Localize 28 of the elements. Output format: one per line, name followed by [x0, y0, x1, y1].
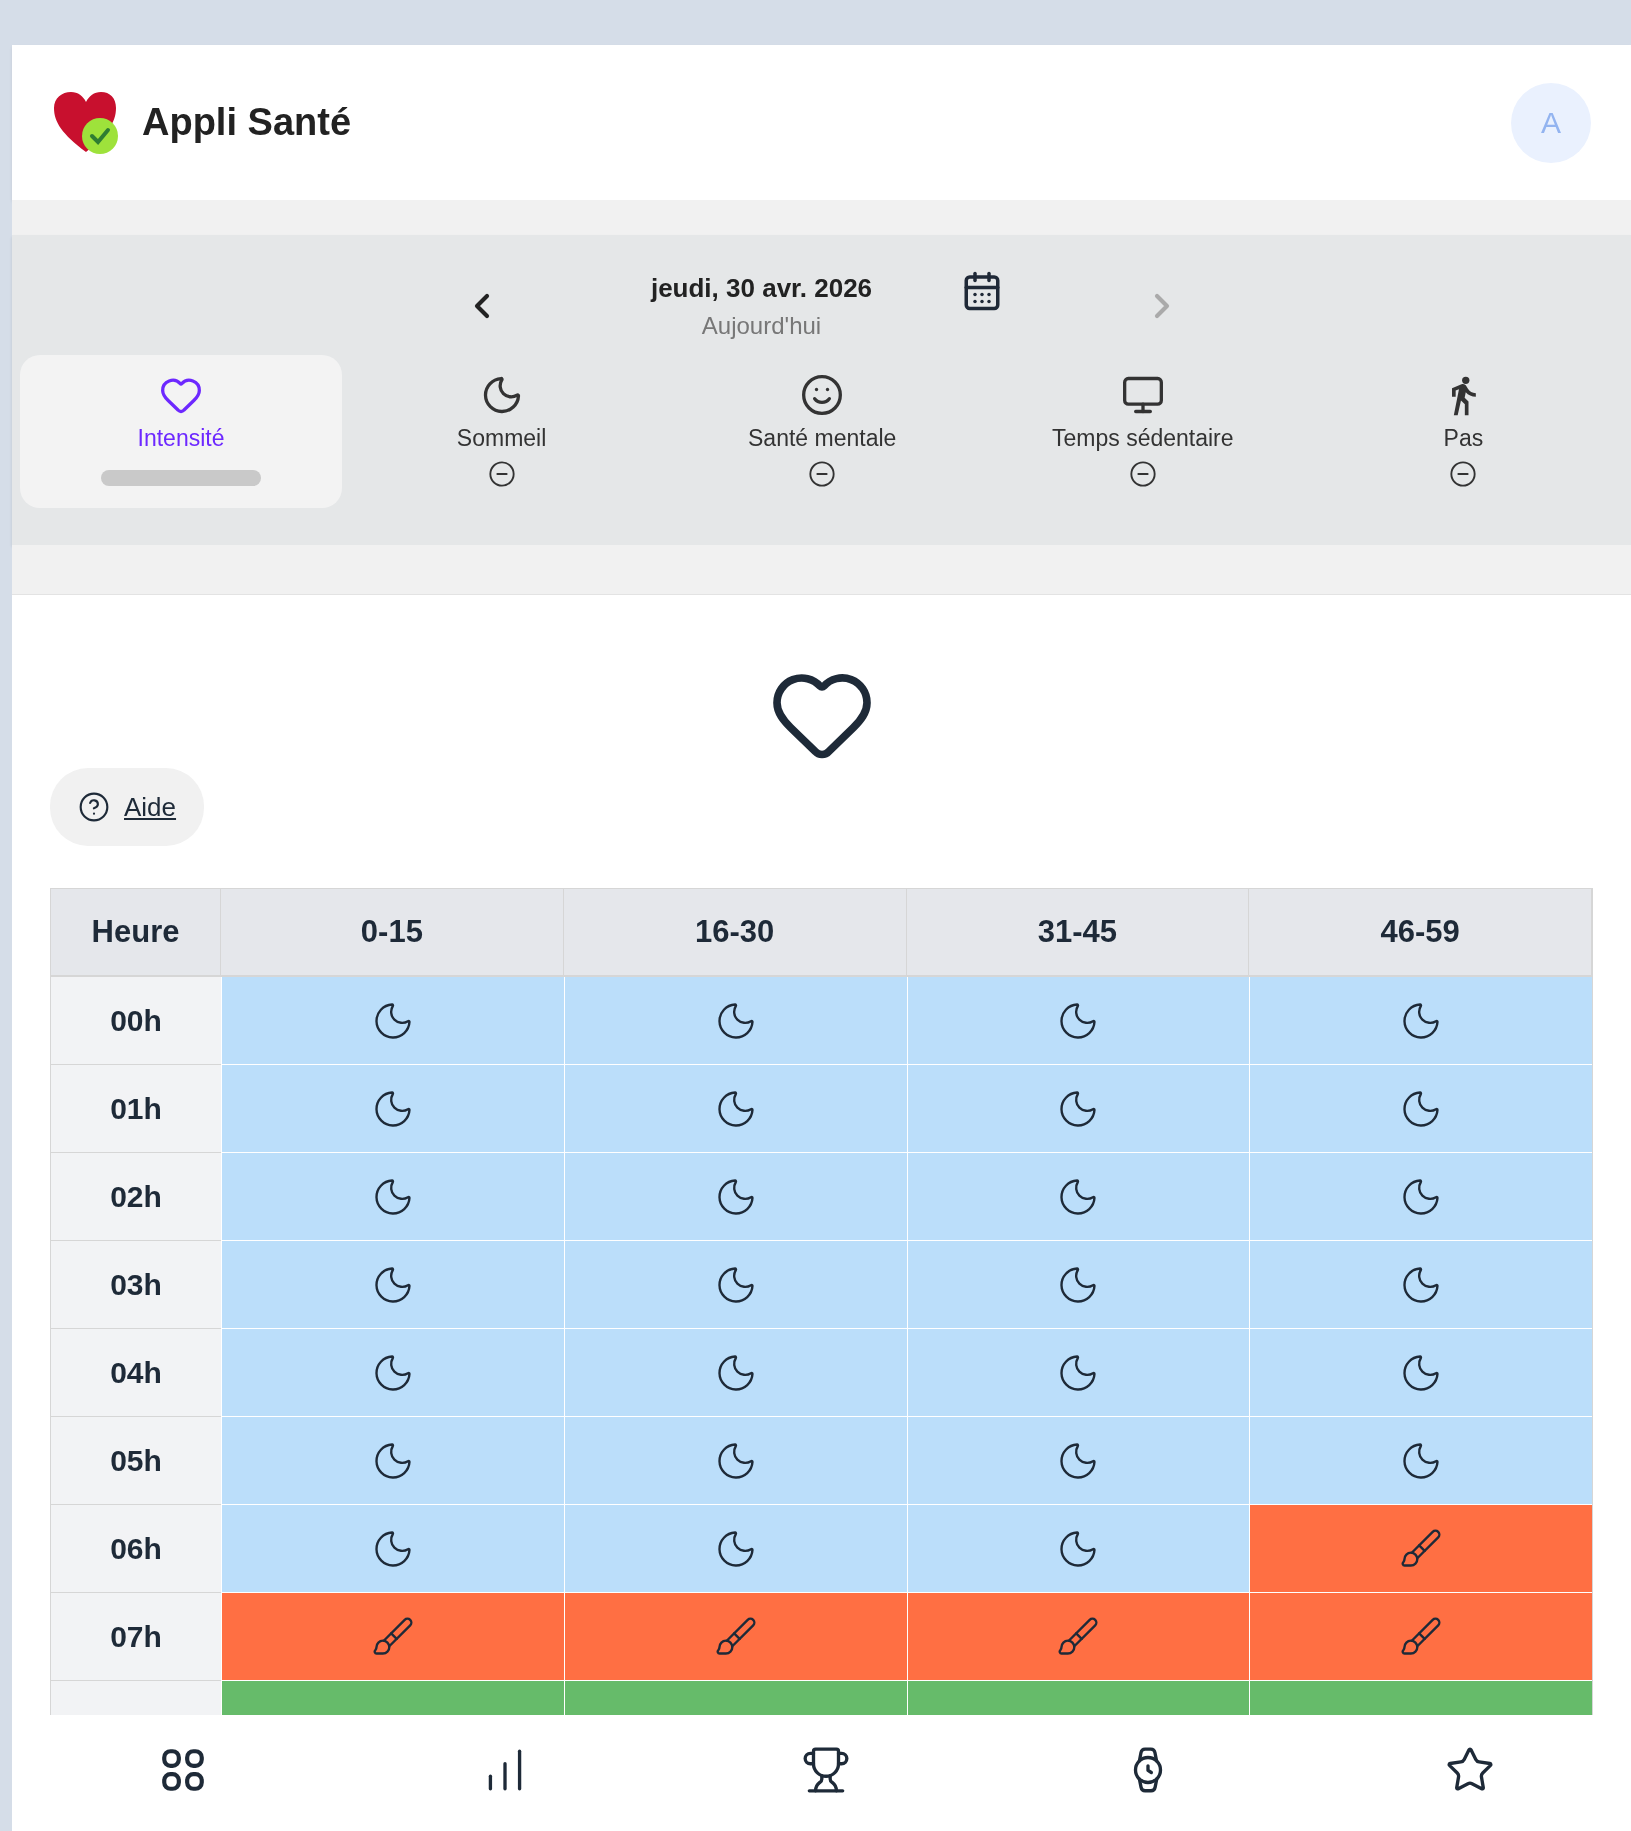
column-header: Heure: [51, 889, 221, 977]
hour-cell: 03h: [51, 1241, 221, 1329]
column-header: 46-59: [1249, 889, 1592, 977]
help-icon: [78, 791, 110, 823]
date-subtitle: Aujourd'hui: [701, 310, 822, 341]
minus-circle-icon: [1128, 459, 1157, 488]
column-header: 16-30: [563, 889, 907, 977]
hour-cell: 04h: [51, 1329, 221, 1417]
minus-circle-icon: [487, 459, 516, 488]
metric-tab[interactable]: Sommeil: [340, 355, 663, 508]
hour-cell: 06h: [51, 1505, 221, 1593]
help-link[interactable]: Aide: [50, 768, 205, 846]
metric-tab[interactable]: Intensité: [20, 355, 342, 508]
column-header: 0-15: [221, 889, 564, 977]
hour-cell: 07h: [51, 1593, 221, 1681]
minus-circle-icon: [1449, 459, 1478, 488]
metric-tab[interactable]: Pas: [1302, 355, 1625, 508]
minus-circle-icon: [808, 459, 837, 488]
hour-cell: 05h: [51, 1417, 221, 1505]
hour-cell: 01h: [51, 1065, 221, 1153]
current-date: jeudi, 30 avr. 2026: [650, 271, 873, 305]
smiley-icon: [800, 373, 845, 417]
hour-cell: 02h: [51, 1153, 221, 1241]
metric-tab[interactable]: Temps sédentaire: [981, 355, 1304, 508]
hour-cell: 00h: [51, 977, 221, 1065]
metric-tab[interactable]: Santé mentale: [661, 355, 984, 508]
column-header: 31-45: [906, 889, 1250, 977]
app-title: Appli Santé: [142, 100, 352, 145]
